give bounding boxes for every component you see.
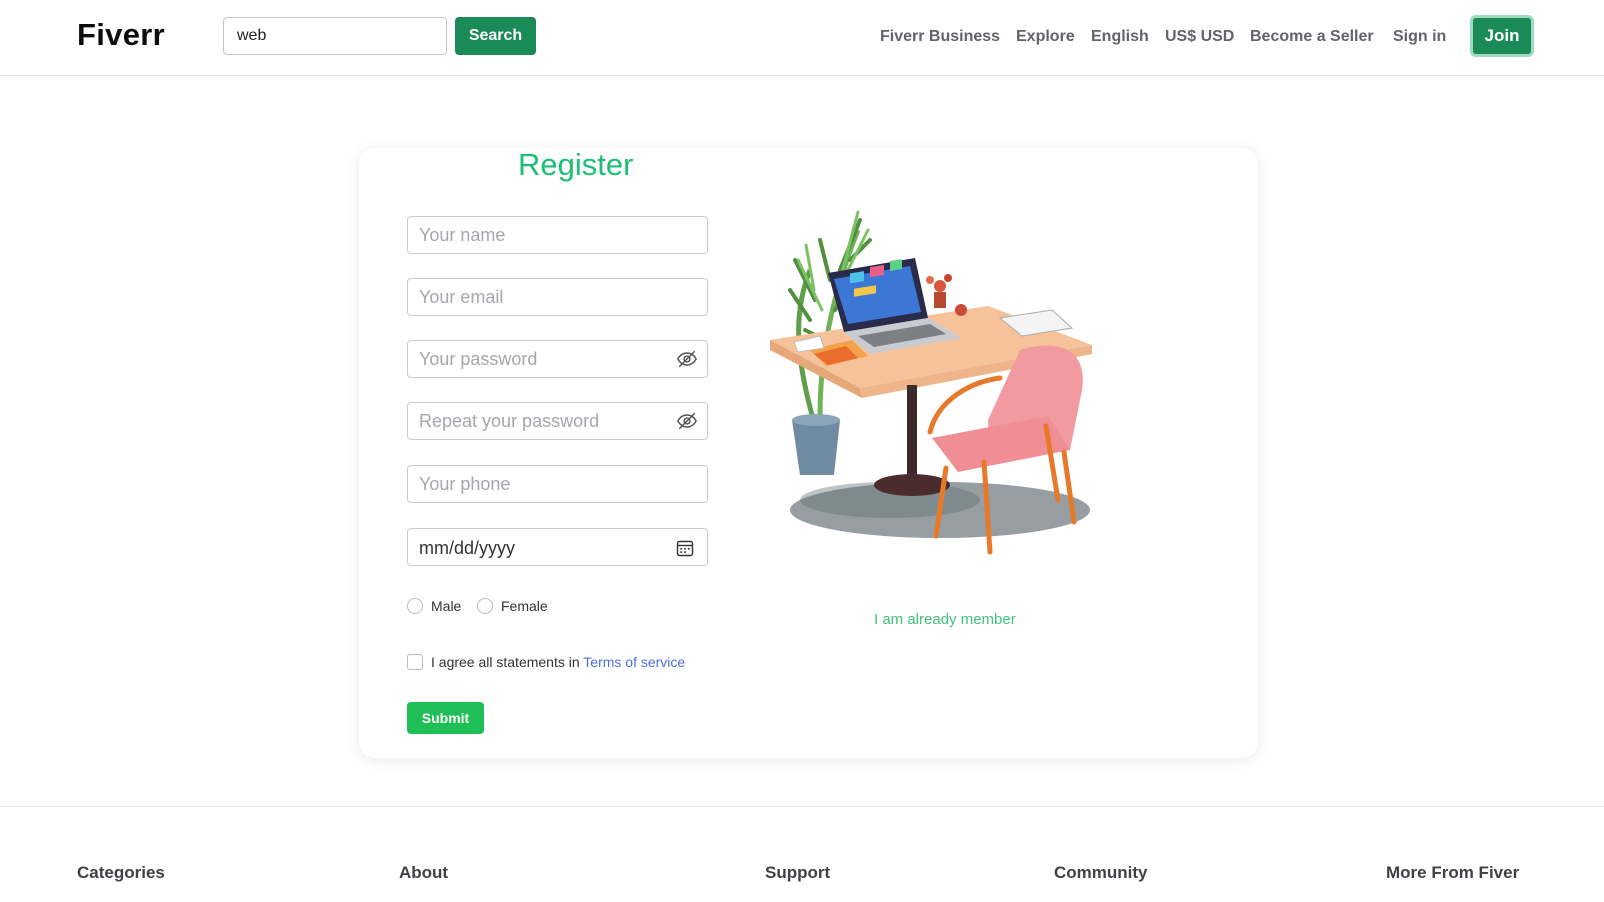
search-button[interactable]: Search [455,17,536,55]
gender-female-radio[interactable] [477,598,493,614]
password-field[interactable] [407,340,708,378]
footer-heading-categories: Categories [77,863,165,882]
gender-male-label: Male [431,598,462,614]
already-member-link[interactable]: I am already member [874,611,1016,628]
eye-slash-icon[interactable] [676,348,698,370]
gender-female-label: Female [501,598,548,614]
eye-slash-icon[interactable] [676,410,698,432]
email-field[interactable] [407,278,708,316]
footer-heading-support: Support [765,863,831,882]
terms-statement: I agree all statements in Terms of servi… [431,654,685,670]
nav-become-seller[interactable]: Become a Seller [1250,28,1374,46]
nav-explore[interactable]: Explore [1016,28,1075,46]
name-field[interactable] [407,216,708,254]
join-button[interactable]: Join [1470,15,1534,57]
calendar-icon[interactable] [676,539,694,557]
footer-heading-more-from-fiver: More From Fiver [1386,863,1520,882]
fiverr-logo[interactable]: Fiverr [77,17,165,53]
nav-sign-in[interactable]: Sign in [1393,28,1446,46]
repeat-password-field[interactable] [407,402,708,440]
footer-divider [0,806,1604,807]
gender-male-radio[interactable] [407,598,423,614]
birthdate-field[interactable]: mm/dd/yyyy [407,528,708,566]
terms-of-service-link[interactable]: Terms of service [583,654,685,670]
register-title: Register [518,147,634,182]
search-input[interactable] [223,17,447,55]
footer-heading-community: Community [1054,863,1148,882]
footer-heading-about: About [399,863,449,882]
nav-fiverr-business[interactable]: Fiverr Business [880,28,1000,46]
phone-field[interactable] [407,465,708,503]
terms-checkbox[interactable] [407,654,423,670]
desk-illustration [770,210,1092,555]
nav-currency[interactable]: US$ USD [1165,28,1234,46]
submit-button[interactable]: Submit [407,702,484,734]
top-navbar: Fiverr Search Fiverr Business Explore En… [0,0,1604,76]
agree-text: I agree all statements in [431,654,580,670]
nav-language[interactable]: English [1091,28,1149,46]
date-placeholder: mm/dd/yyyy [419,538,516,558]
